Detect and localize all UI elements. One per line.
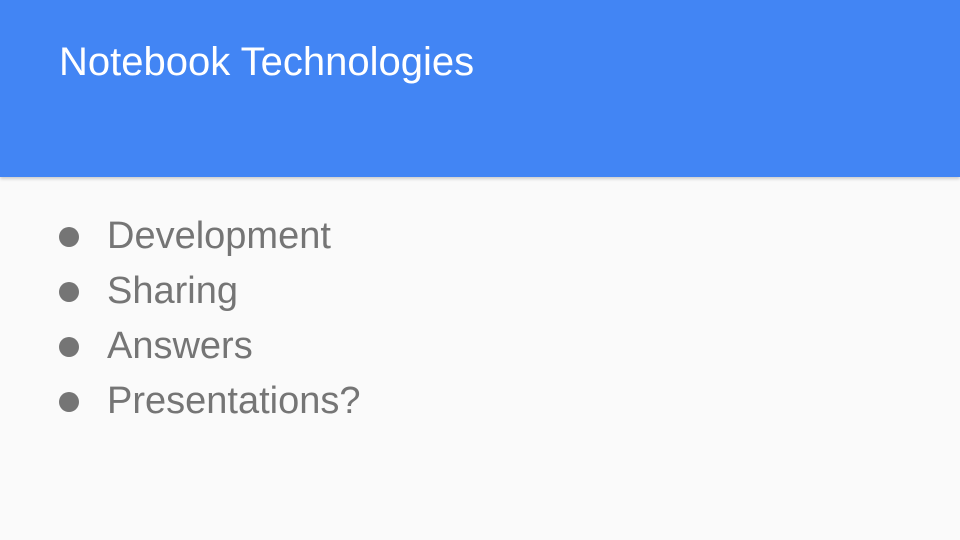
- bullet-text: Presentations?: [107, 380, 361, 422]
- slide: Notebook Technologies Development Sharin…: [0, 0, 960, 540]
- bullet-text: Development: [107, 215, 331, 257]
- bullet-list: Development Sharing Answers Presentation…: [59, 209, 361, 429]
- slide-title: Notebook Technologies: [59, 40, 475, 84]
- bullet-point-icon: [59, 336, 79, 357]
- bullet-item-presentations: Presentations?: [59, 374, 361, 429]
- bullet-item-sharing: Sharing: [59, 264, 361, 319]
- bullet-item-development: Development: [59, 209, 361, 264]
- slide-header-band: Notebook Technologies: [0, 0, 960, 177]
- bullet-point-icon: [59, 391, 79, 412]
- bullet-point-icon: [59, 281, 79, 302]
- bullet-item-answers: Answers: [59, 319, 361, 374]
- bullet-text: Sharing: [107, 270, 238, 312]
- bullet-point-icon: [59, 226, 79, 247]
- bullet-text: Answers: [107, 325, 253, 367]
